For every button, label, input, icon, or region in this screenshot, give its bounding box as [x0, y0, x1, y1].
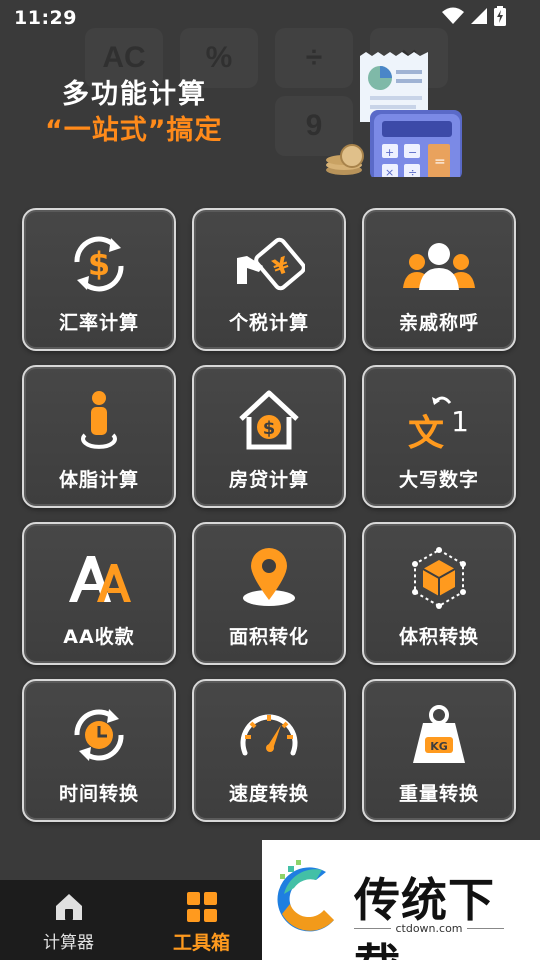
tool-label: 体脂计算	[58, 469, 139, 491]
svg-text:−: −	[408, 146, 417, 159]
watermark-logo-icon	[277, 860, 334, 932]
weight-icon: KG	[413, 705, 465, 763]
nav-toolbox[interactable]: 工具箱	[136, 880, 267, 960]
nav-calculator-label: 计算器	[43, 933, 94, 953]
tool-label: 时间转换	[58, 783, 139, 805]
tool-aa-split[interactable]: AA收款	[22, 522, 176, 665]
banner-title: 多功能计算	[62, 79, 207, 110]
mortgage-icon: $	[239, 390, 299, 450]
svg-text:$: $	[263, 418, 276, 439]
tools-grid: $ 汇率计算 ¥ 个税计算 亲戚称呼 体脂计算 $ 房贷计算 文 1 大写数字 …	[22, 208, 518, 822]
exchange-rate-icon: $	[74, 236, 124, 292]
svg-text:$: $	[88, 245, 110, 283]
body-fat-icon	[81, 391, 117, 449]
calculator-illustration-icon: + − × ÷ =	[326, 52, 462, 177]
watermark: 传统下载 ctdown.com	[262, 840, 540, 960]
tax-icon: ¥	[237, 237, 305, 291]
tool-exchange-rate[interactable]: $ 汇率计算	[22, 208, 176, 351]
tool-label: 汇率计算	[58, 312, 139, 334]
volume-icon	[412, 547, 466, 609]
svg-text:+: +	[385, 146, 394, 159]
tool-label: 体积转换	[398, 626, 479, 648]
nav-calculator[interactable]: 计算器	[3, 880, 134, 960]
promo-banner: AC % ÷ × 9 多功能计算 “一站式”搞定 + − × ÷ =	[0, 20, 540, 185]
tool-label: 重量转换	[398, 783, 479, 805]
svg-text:文: 文	[408, 413, 444, 453]
banner-subtitle: “一站式”搞定	[45, 115, 223, 146]
watermark-url-text: ctdown.com	[391, 922, 467, 935]
watermark-brand: 传统下载	[354, 873, 495, 960]
tool-label: 个税计算	[228, 312, 309, 334]
relatives-icon	[403, 243, 475, 290]
tool-label: 大写数字	[398, 469, 479, 491]
svg-text:=: =	[434, 154, 446, 170]
tool-time[interactable]: 时间转换	[22, 679, 176, 822]
home-icon	[55, 894, 82, 920]
tool-label: 房贷计算	[228, 469, 309, 491]
svg-text:1: 1	[451, 405, 469, 438]
svg-text:÷: ÷	[408, 166, 417, 177]
time-icon	[74, 709, 124, 761]
tool-label: 速度转换	[228, 783, 309, 805]
tool-label: AA收款	[63, 626, 135, 648]
tool-label: 面积转化	[228, 626, 309, 648]
svg-text:×: ×	[385, 166, 394, 177]
toolbox-grid-icon	[186, 892, 217, 922]
tool-label: 亲戚称呼	[398, 312, 479, 334]
tool-volume[interactable]: 体积转换	[362, 522, 516, 665]
tool-body-fat[interactable]: 体脂计算	[22, 365, 176, 508]
tool-speed[interactable]: 速度转换	[192, 679, 346, 822]
svg-text:KG: KG	[430, 740, 448, 753]
area-icon	[243, 548, 295, 606]
tool-relatives[interactable]: 亲戚称呼	[362, 208, 516, 351]
tool-uppercase-number[interactable]: 文 1 大写数字	[362, 365, 516, 508]
watermark-url: ctdown.com	[354, 922, 504, 935]
uppercase-number-icon: 文 1	[408, 396, 469, 453]
svg-text:¥: ¥	[270, 253, 294, 282]
speed-icon	[240, 714, 298, 756]
tool-tax[interactable]: ¥ 个税计算	[192, 208, 346, 351]
nav-toolbox-label: 工具箱	[172, 932, 230, 954]
aa-split-icon	[69, 556, 131, 602]
tool-area[interactable]: 面积转化	[192, 522, 346, 665]
bottom-nav: 计算器 工具箱	[0, 880, 262, 960]
tool-mortgage[interactable]: $ 房贷计算	[192, 365, 346, 508]
tool-weight[interactable]: KG 重量转换	[362, 679, 516, 822]
